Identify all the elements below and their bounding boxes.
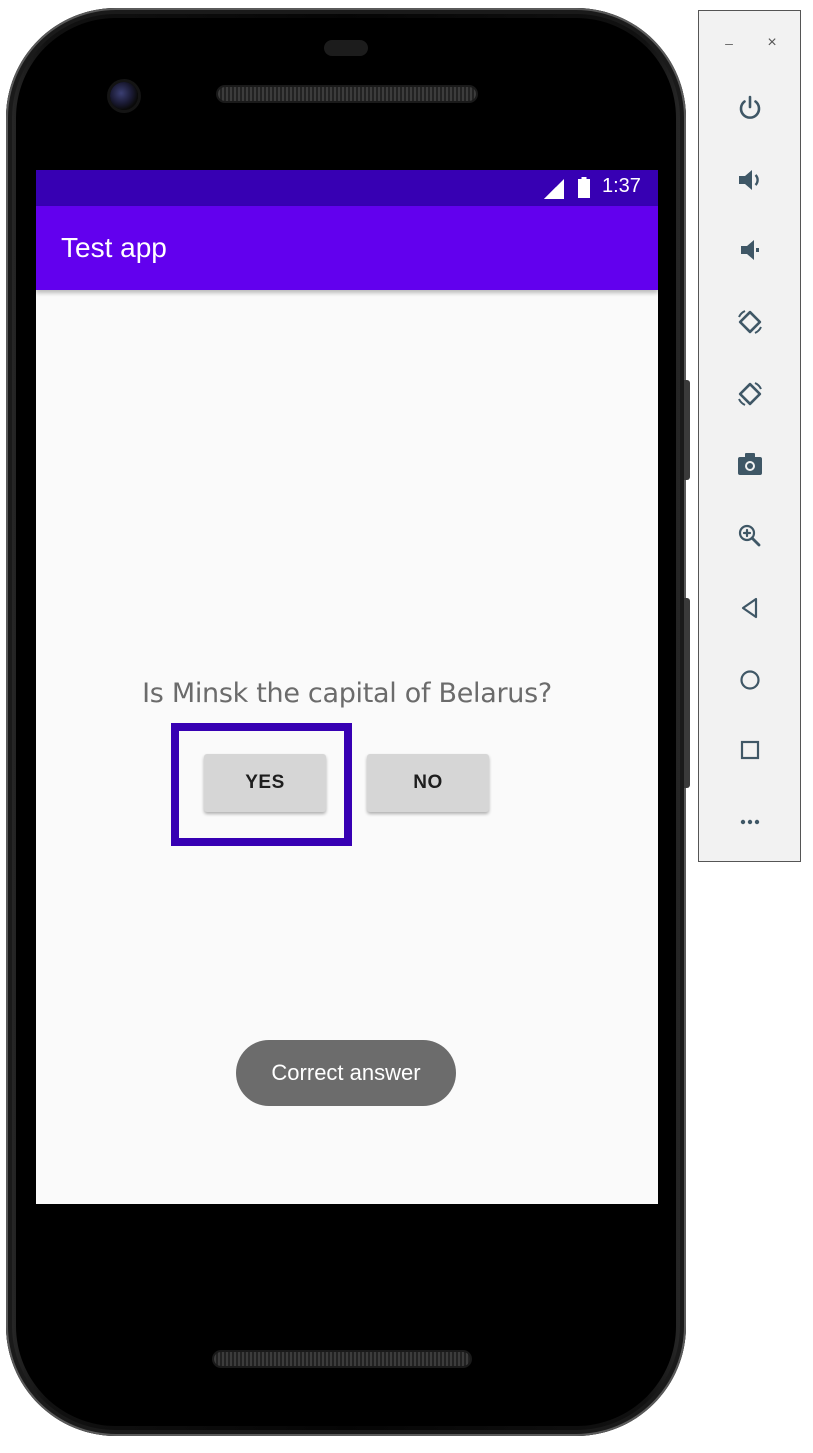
- status-bar: 1:37: [36, 170, 658, 206]
- rotate-right-icon[interactable]: [731, 375, 769, 413]
- minimize-button[interactable]: –: [721, 35, 737, 51]
- close-button[interactable]: ×: [764, 35, 780, 51]
- emulator-control-panel: – ×: [698, 10, 801, 862]
- phone-volume-button[interactable]: [684, 598, 690, 788]
- volume-down-icon[interactable]: [731, 231, 769, 269]
- app-title: Test app: [61, 232, 167, 263]
- rotate-left-icon[interactable]: [731, 303, 769, 341]
- phone-power-button[interactable]: [684, 380, 690, 480]
- no-button[interactable]: NO: [367, 754, 489, 812]
- yes-button[interactable]: YES: [204, 754, 326, 812]
- battery-icon: [578, 177, 590, 198]
- app-bar: Test app: [36, 206, 658, 290]
- phone-screen: 1:37 Test app Is Minsk the capital of Be…: [36, 170, 658, 1204]
- screenshot-icon[interactable]: [731, 445, 769, 483]
- back-icon[interactable]: [731, 589, 769, 627]
- stage: 1:37 Test app Is Minsk the capital of Be…: [0, 0, 813, 1453]
- signal-icon: [544, 179, 564, 199]
- front-camera: [110, 82, 138, 110]
- volume-up-icon[interactable]: [731, 161, 769, 199]
- home-icon[interactable]: [731, 661, 769, 699]
- overview-icon[interactable]: [731, 731, 769, 769]
- toast-message: Correct answer: [236, 1040, 456, 1106]
- status-time: 1:37: [602, 175, 641, 197]
- zoom-icon[interactable]: [731, 517, 769, 555]
- more-icon[interactable]: [731, 803, 769, 841]
- proximity-sensor: [324, 40, 368, 56]
- bottom-speaker: [214, 1352, 470, 1366]
- power-icon[interactable]: [731, 89, 769, 127]
- earpiece-speaker: [218, 87, 476, 101]
- question-text: Is Minsk the capital of Belarus?: [142, 678, 552, 709]
